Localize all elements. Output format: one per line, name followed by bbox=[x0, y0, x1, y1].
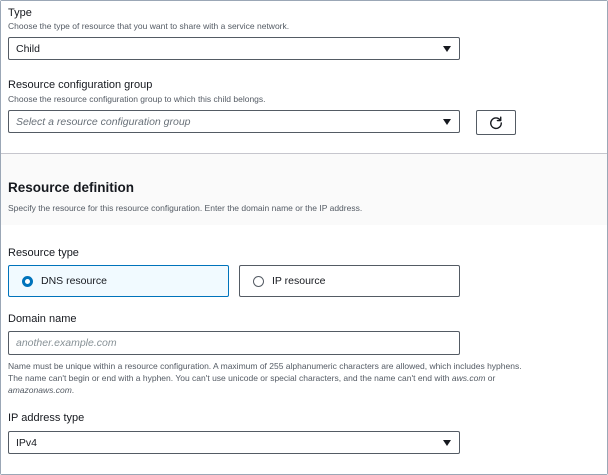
aws-domain: aws.com bbox=[451, 373, 486, 383]
refresh-icon bbox=[490, 116, 502, 129]
group-select-placeholder: Select a resource configuration group bbox=[16, 115, 191, 128]
caret-down-icon bbox=[443, 119, 451, 125]
resource-definition-heading: Resource definition bbox=[8, 180, 135, 195]
group-description: Choose the resource configuration group … bbox=[8, 94, 266, 104]
caret-down-icon bbox=[443, 46, 451, 52]
form-panel bbox=[0, 0, 608, 475]
ip-address-type-select[interactable]: IPv4 bbox=[8, 431, 460, 454]
refresh-button[interactable] bbox=[476, 110, 516, 135]
caret-down-icon bbox=[443, 440, 451, 446]
domain-name-label: Domain name bbox=[8, 313, 77, 325]
domain-name-input[interactable] bbox=[8, 331, 460, 355]
dns-resource-label: DNS resource bbox=[41, 275, 107, 287]
domain-help-line-3: amazonaws.com. bbox=[8, 384, 604, 396]
ip-resource-tile[interactable]: IP resource bbox=[239, 265, 460, 297]
domain-help-line-2: The name can't begin or end with a hyphe… bbox=[8, 372, 604, 384]
ip-resource-label: IP resource bbox=[272, 275, 326, 287]
ip-address-type-value: IPv4 bbox=[16, 436, 38, 449]
group-label: Resource configuration group bbox=[8, 79, 153, 91]
radio-selected-icon[interactable] bbox=[22, 275, 33, 287]
type-select-value: Child bbox=[16, 42, 40, 55]
domain-help-text: The name can't begin or end with a hyphe… bbox=[8, 373, 452, 383]
type-select[interactable]: Child bbox=[8, 37, 460, 60]
domain-help-end: . bbox=[71, 385, 75, 395]
domain-help-line-1: Name must be unique within a resource co… bbox=[8, 361, 522, 371]
resource-definition-description: Specify the resource for this resource c… bbox=[8, 203, 363, 213]
domain-help-or: or bbox=[485, 373, 496, 383]
amazonaws-domain: amazonaws.com bbox=[8, 385, 72, 395]
group-select[interactable]: Select a resource configuration group bbox=[8, 110, 460, 133]
ip-address-type-label: IP address type bbox=[8, 412, 85, 424]
radio-unselected-icon[interactable] bbox=[253, 275, 264, 287]
dns-resource-tile[interactable]: DNS resource bbox=[8, 265, 229, 297]
type-label: Type bbox=[8, 7, 32, 19]
type-description: Choose the type of resource that you wan… bbox=[8, 21, 290, 31]
domain-name-help: Name must be unique within a resource co… bbox=[8, 360, 604, 396]
resource-type-label: Resource type bbox=[8, 247, 79, 259]
